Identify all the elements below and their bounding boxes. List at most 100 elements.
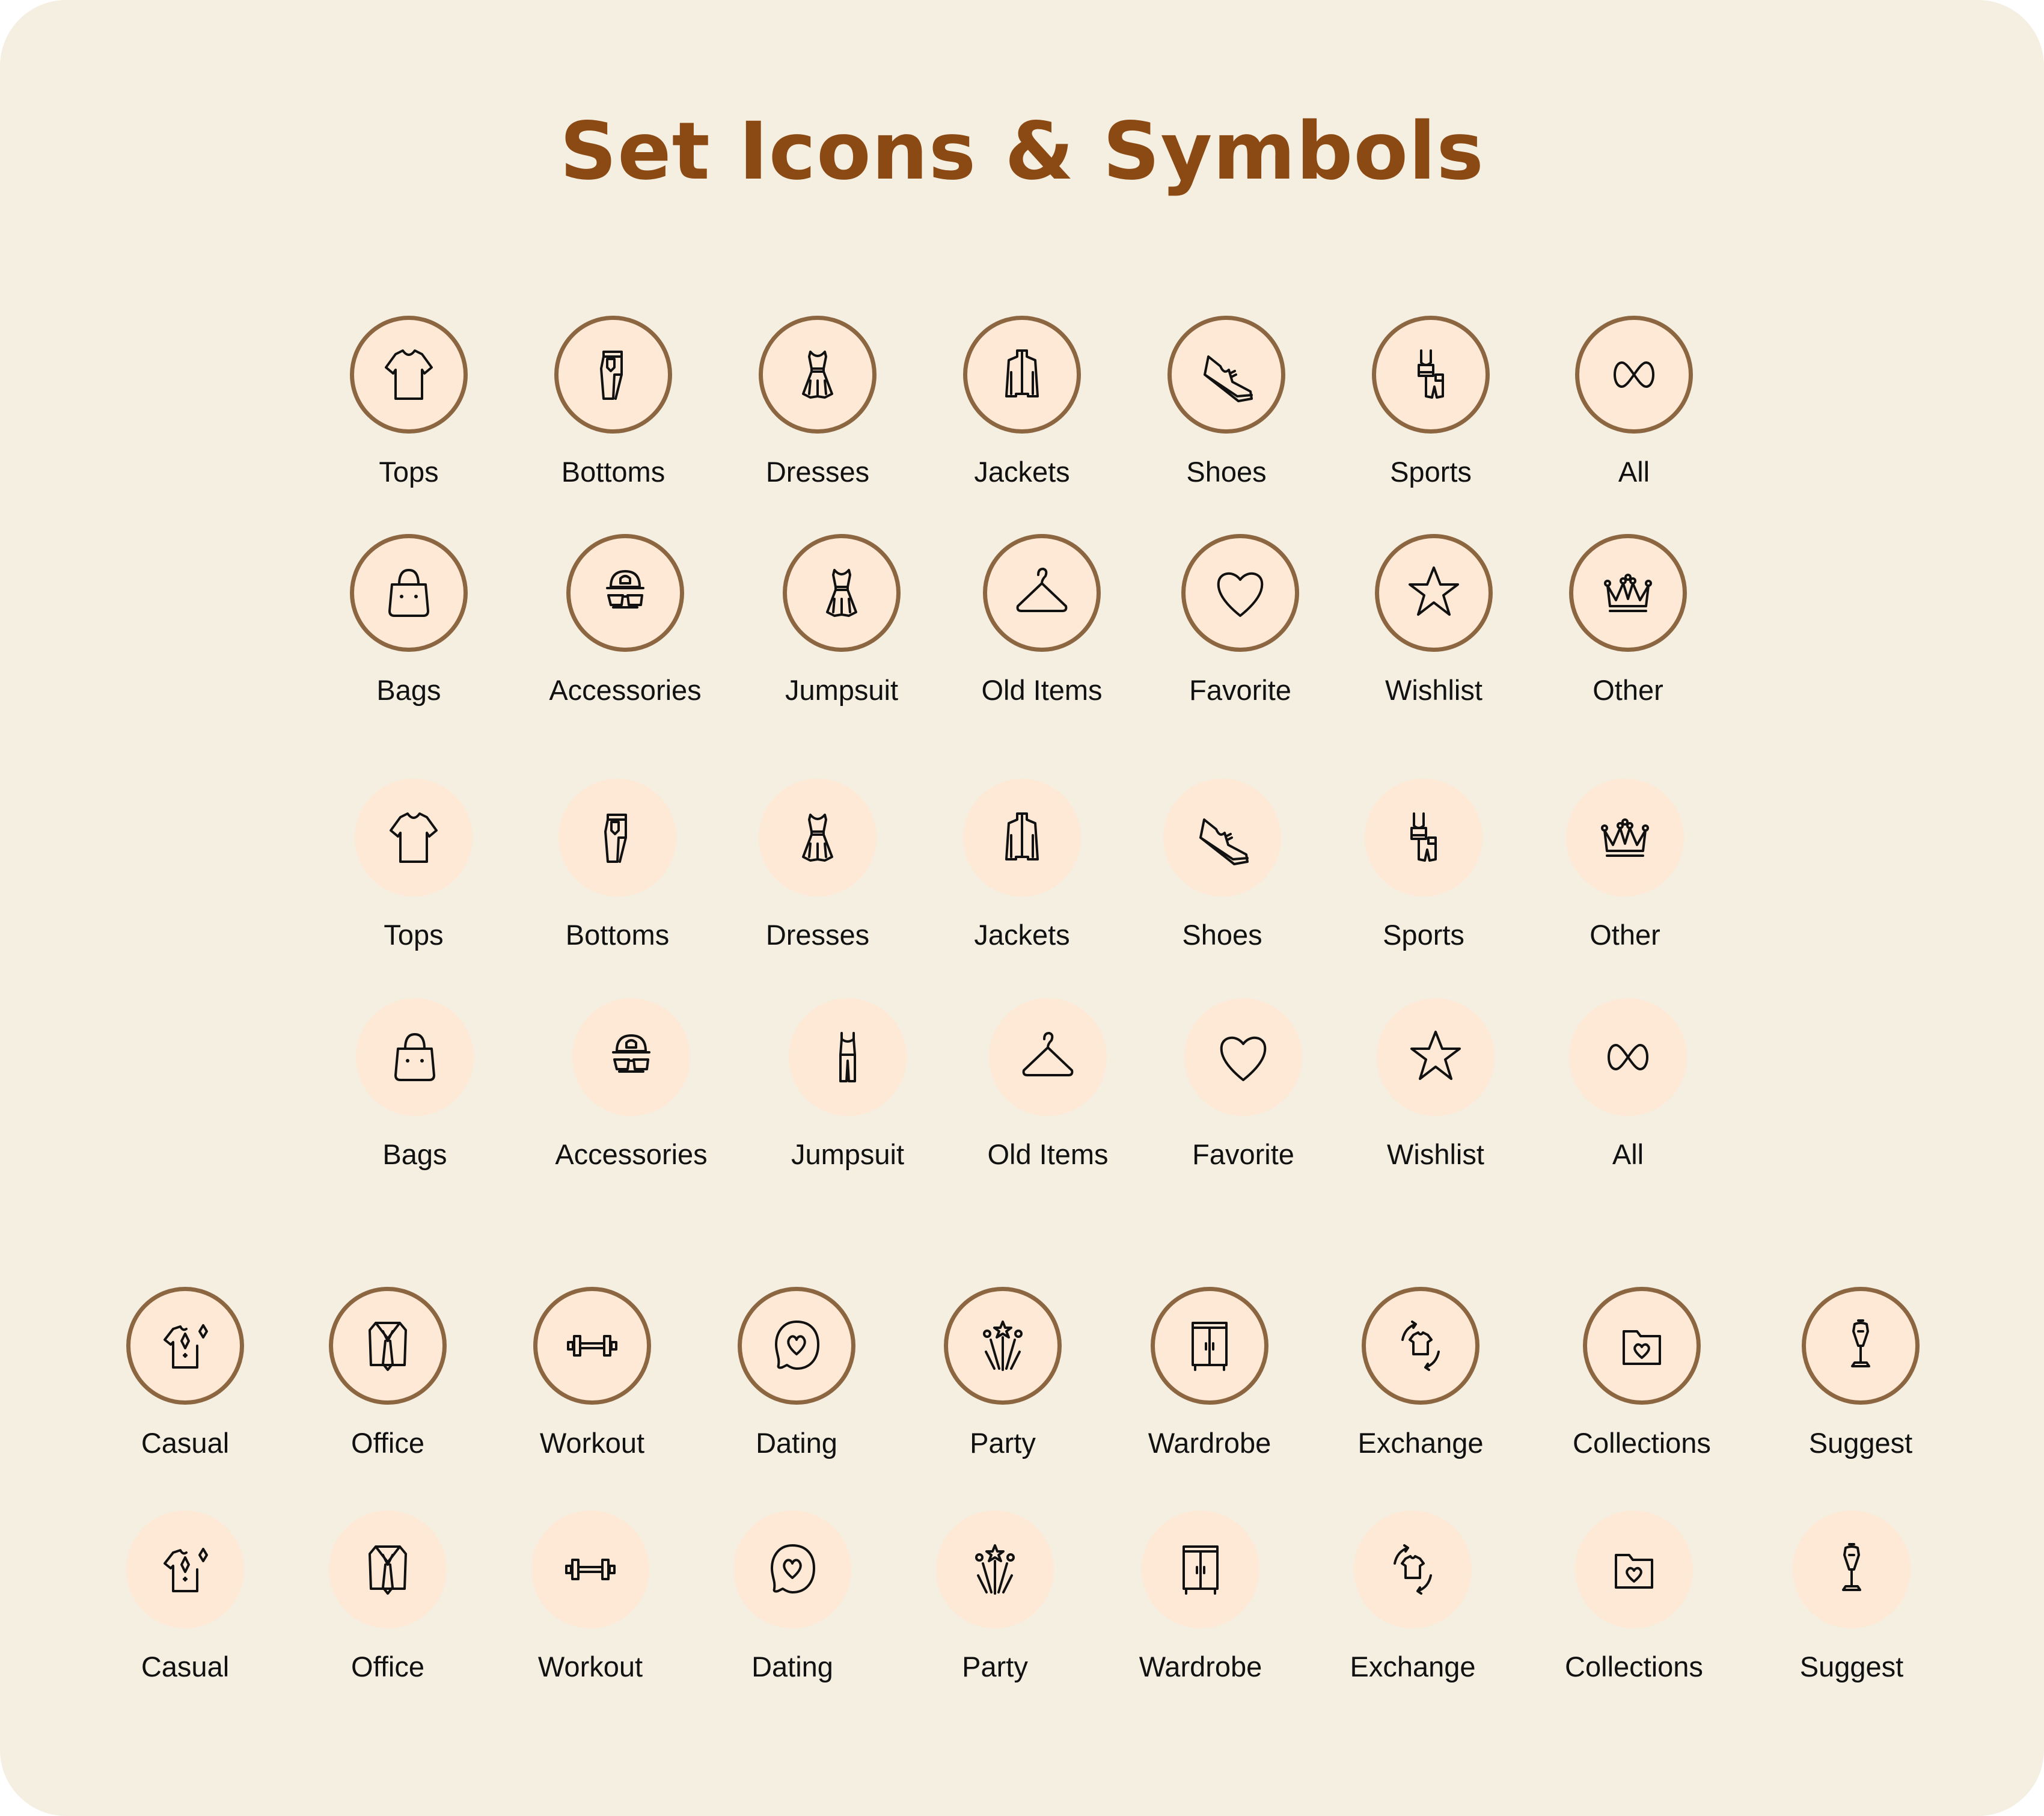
icon-label: Other	[1590, 919, 1660, 951]
icon-item-jackets[interactable]: Jackets	[920, 779, 1124, 951]
icon-circle	[789, 998, 907, 1116]
icon-item-exchange[interactable]: Exchange	[1318, 1287, 1523, 1459]
icon-item-tops[interactable]: Tops	[311, 779, 516, 951]
icon-item-bags[interactable]: Bags	[313, 998, 517, 1171]
icon-circle	[1181, 534, 1299, 652]
bag-icon	[388, 569, 429, 617]
folder-heart-icon	[1623, 1330, 1661, 1365]
icon-item-suggest[interactable]: Suggest	[1758, 1287, 1963, 1459]
icon-item-all[interactable]: All	[1526, 998, 1730, 1171]
icon-label: All	[1612, 1138, 1644, 1170]
icon-item-bags[interactable]: Bags	[307, 534, 511, 707]
icon-item-workout[interactable]: Workout	[490, 1287, 694, 1459]
icon-item-casual[interactable]: Casual	[83, 1287, 287, 1459]
casual-shirt-icon	[164, 1548, 208, 1592]
icon-label: Sports	[1390, 456, 1472, 488]
icon-circle	[1569, 998, 1687, 1116]
icon-label: Jumpsuit	[791, 1138, 905, 1170]
icon-circle	[572, 998, 690, 1116]
jacket-icon	[1005, 812, 1039, 860]
icon-item-bottoms[interactable]: Bottoms	[511, 316, 715, 488]
icon-label: Dresses	[765, 456, 870, 488]
hanger-icon	[1022, 1032, 1074, 1076]
icon-label: Tops	[384, 919, 444, 951]
sportswear-icon	[1418, 349, 1444, 399]
wardrobe-icon	[1192, 1322, 1228, 1371]
icon-item-wardrobe[interactable]: Wardrobe	[1107, 1287, 1312, 1459]
icon-item-favorite[interactable]: Favorite	[1138, 534, 1342, 707]
heart-icon	[1217, 572, 1264, 617]
icon-circle	[963, 779, 1081, 897]
icon-label: Accessories	[549, 674, 702, 706]
icon-circle	[759, 779, 877, 897]
icon-label: Shoes	[1186, 456, 1267, 488]
icon-item-old-items[interactable]: Old Items	[940, 534, 1144, 707]
icon-item-jackets[interactable]: Jackets	[920, 316, 1124, 488]
star-icon	[1409, 566, 1459, 616]
icon-circle	[783, 534, 901, 652]
icon-item-suggest[interactable]: Suggest	[1749, 1511, 1954, 1683]
icon-item-shoes[interactable]: Shoes	[1120, 779, 1324, 951]
suit-tie-icon	[369, 1545, 407, 1595]
icon-item-party[interactable]: Party	[901, 1287, 1105, 1459]
icon-item-accessories[interactable]: Accessories	[523, 534, 727, 707]
icon-label: Casual	[141, 1651, 230, 1683]
crown-icon	[1604, 574, 1652, 612]
icon-item-other[interactable]: Other	[1526, 534, 1730, 707]
icon-item-office[interactable]: Office	[286, 1287, 490, 1459]
mannequin-icon	[1842, 1543, 1861, 1591]
icon-circle	[356, 998, 474, 1116]
icon-circle	[1151, 1287, 1268, 1405]
icon-circle	[126, 1511, 244, 1628]
icon-label: Office	[351, 1427, 424, 1459]
icon-item-sports[interactable]: Sports	[1321, 779, 1526, 951]
fireworks-icon	[983, 1321, 1023, 1371]
icon-label: Wardrobe	[1139, 1651, 1262, 1683]
icon-item-other[interactable]: Other	[1523, 779, 1727, 951]
icon-item-favorite[interactable]: Favorite	[1141, 998, 1345, 1171]
icon-label: Dresses	[765, 919, 870, 951]
icon-item-party[interactable]: Party	[893, 1511, 1097, 1683]
icon-item-sports[interactable]: Sports	[1329, 316, 1533, 488]
icon-item-jumpsuit[interactable]: Jumpsuit	[739, 534, 944, 707]
icon-item-tops[interactable]: Tops	[307, 316, 511, 488]
icon-circle	[1365, 779, 1483, 897]
icon-circle	[566, 534, 684, 652]
icon-item-workout[interactable]: Workout	[488, 1511, 693, 1683]
icon-label: All	[1618, 456, 1650, 488]
icon-item-casual[interactable]: Casual	[83, 1511, 287, 1683]
icon-circle	[355, 779, 473, 897]
icon-circle	[1575, 316, 1693, 434]
icon-circle	[533, 1287, 651, 1405]
icon-item-wishlist[interactable]: Wishlist	[1332, 534, 1536, 707]
icon-item-all[interactable]: All	[1532, 316, 1736, 488]
icon-item-dresses[interactable]: Dresses	[715, 779, 920, 951]
icon-circle	[1802, 1287, 1920, 1405]
chat-heart-icon	[771, 1544, 815, 1594]
icon-item-dating[interactable]: Dating	[690, 1511, 895, 1683]
icon-circle	[963, 316, 1081, 434]
icon-item-office[interactable]: Office	[286, 1511, 490, 1683]
icon-item-jumpsuit[interactable]: Jumpsuit	[745, 998, 950, 1171]
icon-label: Tops	[379, 456, 439, 488]
icon-item-wardrobe[interactable]: Wardrobe	[1098, 1511, 1303, 1683]
icon-item-old-items[interactable]: Old Items	[946, 998, 1150, 1171]
icon-item-collections[interactable]: Collections	[1532, 1511, 1736, 1683]
dumbbell-icon	[567, 1335, 617, 1357]
icon-label: Collections	[1573, 1427, 1711, 1459]
icon-item-dresses[interactable]: Dresses	[715, 316, 920, 488]
dress-icon	[802, 351, 833, 399]
icon-label: Wishlist	[1387, 1138, 1484, 1170]
icon-item-exchange[interactable]: Exchange	[1311, 1511, 1515, 1683]
icon-label: Workout	[539, 1427, 645, 1459]
icon-item-bottoms[interactable]: Bottoms	[515, 779, 720, 951]
icon-item-shoes[interactable]: Shoes	[1124, 316, 1329, 488]
icon-item-accessories[interactable]: Accessories	[529, 998, 733, 1171]
icon-label: Workout	[537, 1651, 643, 1683]
icon-item-collections[interactable]: Collections	[1540, 1287, 1744, 1459]
icon-item-wishlist[interactable]: Wishlist	[1333, 998, 1538, 1171]
icon-item-dating[interactable]: Dating	[694, 1287, 899, 1459]
jacket-icon	[1005, 349, 1039, 397]
icon-circle	[1793, 1511, 1911, 1628]
icon-label: Jackets	[974, 919, 1070, 951]
